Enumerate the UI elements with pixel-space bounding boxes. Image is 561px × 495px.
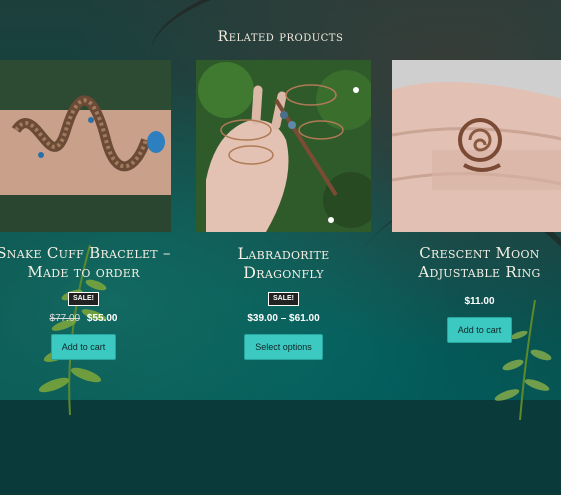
price-range: $39.00 – $61.00 <box>247 313 320 324</box>
product-title[interactable]: Labradorite Dragonfly <box>196 244 371 282</box>
product-image-snake-cuff[interactable] <box>0 60 171 232</box>
select-options-button[interactable]: Select options <box>244 334 323 360</box>
sale-badge: SALE! <box>268 292 299 306</box>
add-to-cart-button[interactable]: Add to cart <box>446 317 513 343</box>
section-heading: Related products <box>217 29 344 45</box>
price: $77.00 $55.00 <box>0 313 171 324</box>
current-price: $55.00 <box>86 313 118 324</box>
sale-badge: SALE! <box>68 292 99 306</box>
product-image-dragonfly[interactable] <box>196 60 371 232</box>
product-image-crescent-ring[interactable] <box>392 60 561 232</box>
add-to-cart-button[interactable]: Add to cart <box>50 334 117 360</box>
old-price: $77.00 <box>49 313 81 324</box>
product-title[interactable]: Crescent Moon Adjustable Ring <box>392 244 561 282</box>
current-price: $11.00 <box>464 296 495 307</box>
product-card[interactable]: Snake Cuff Bracelet – Made to order SALE… <box>0 60 171 360</box>
product-card[interactable]: Crescent Moon Adjustable Ring $11.00 Add… <box>392 60 561 343</box>
product-card[interactable]: Labradorite Dragonfly SALE! $39.00 – $61… <box>196 60 371 360</box>
product-title[interactable]: Snake Cuff Bracelet – Made to order <box>0 244 171 282</box>
